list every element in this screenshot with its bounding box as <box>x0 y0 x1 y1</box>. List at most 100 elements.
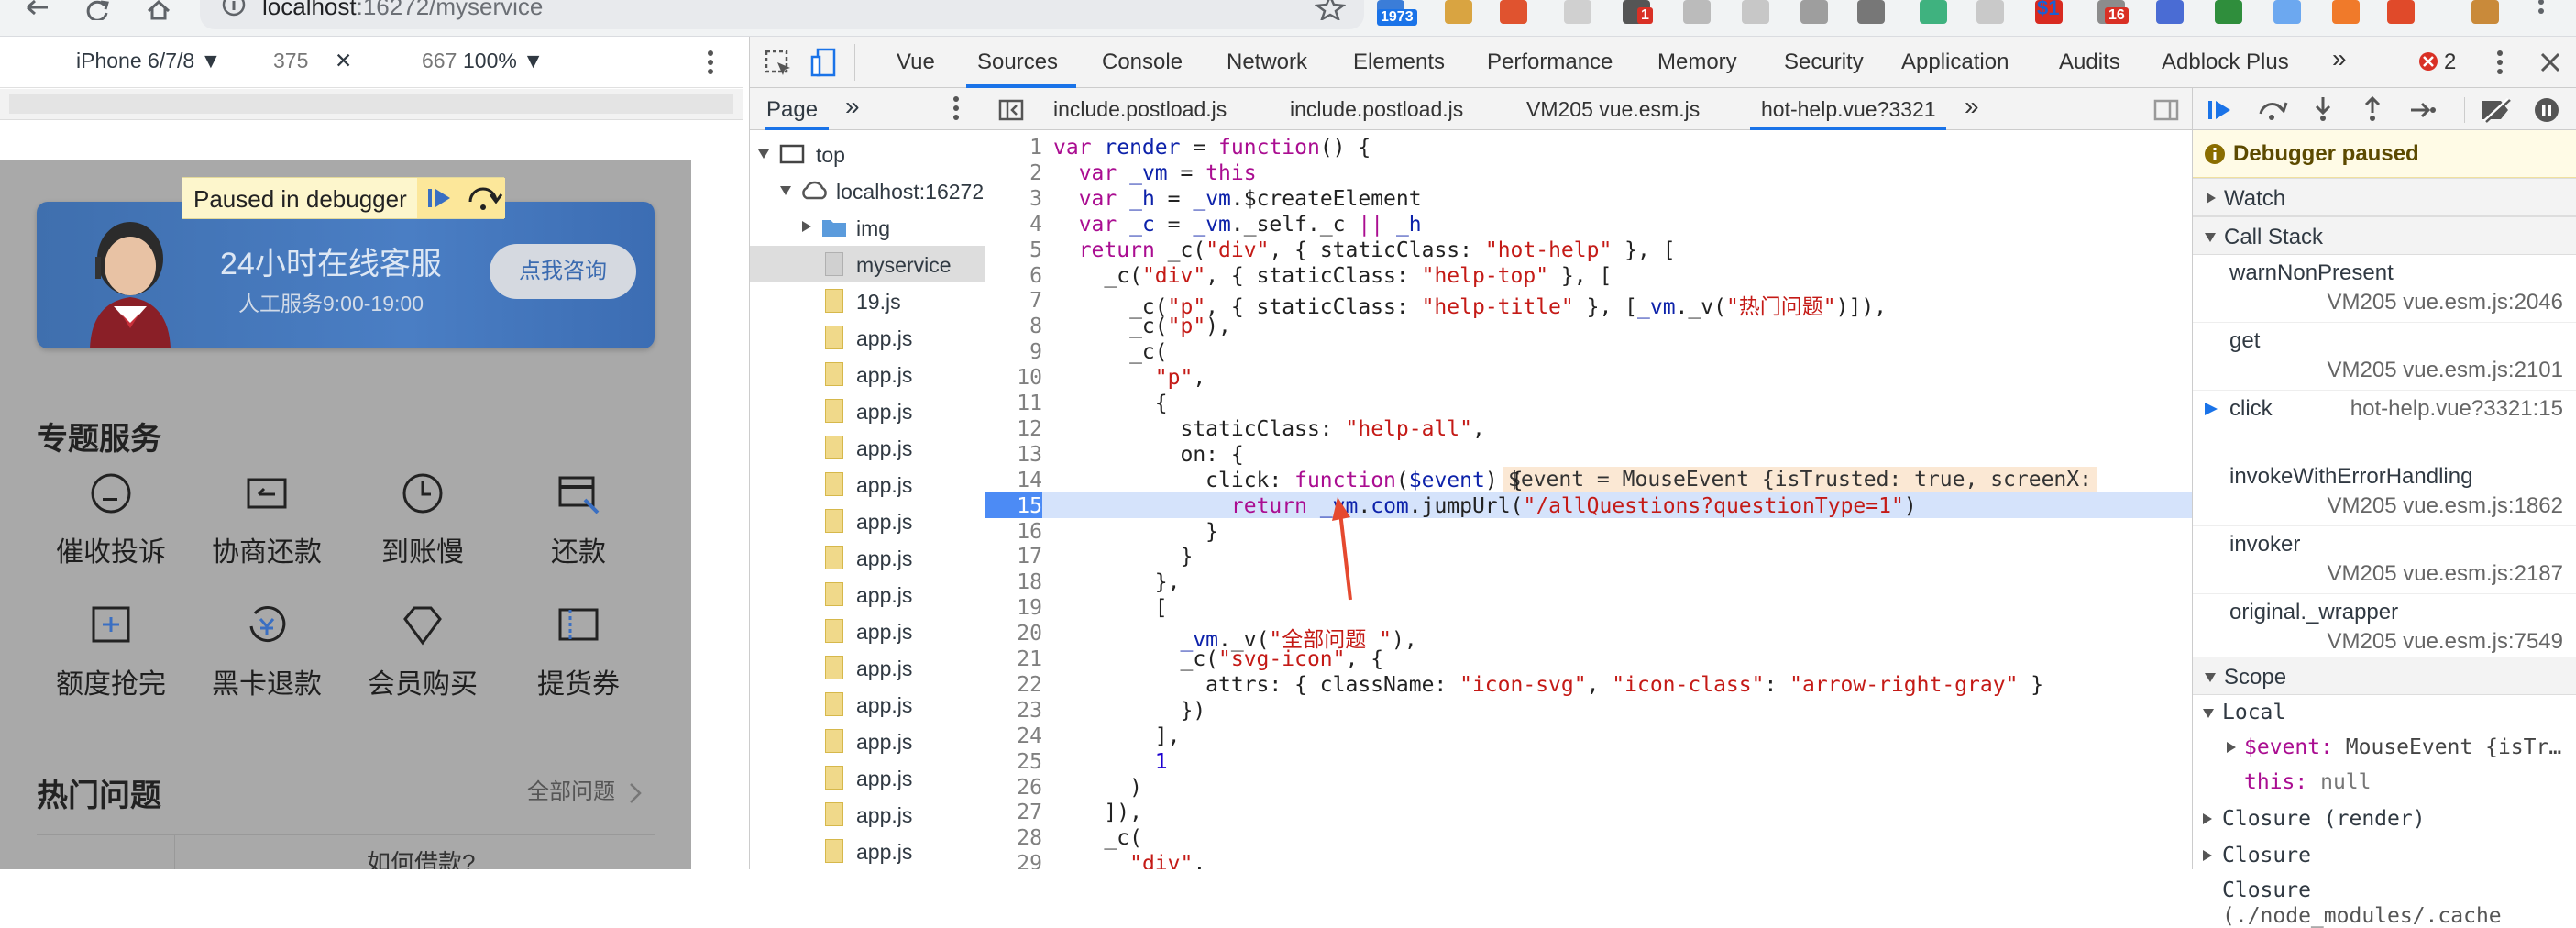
qr-code-icon[interactable] <box>1857 0 1885 24</box>
tree-item[interactable]: app.js <box>750 319 985 356</box>
tree-item[interactable]: app.js <box>750 759 985 796</box>
back-arrow-icon[interactable] <box>24 0 61 20</box>
line-number[interactable]: 10 <box>985 366 1042 390</box>
tree-item[interactable]: app.js <box>750 466 985 503</box>
tree-item[interactable]: app.js <box>750 833 985 869</box>
scope-event-var[interactable]: $event: MouseEvent {isTr… <box>2226 735 2561 759</box>
tree-item[interactable]: localhost:16272 <box>750 172 985 209</box>
extension-icon[interactable] <box>2332 0 2360 24</box>
step-icon[interactable] <box>2409 99 2437 121</box>
tab-sources[interactable]: Sources <box>977 50 1058 75</box>
line-number[interactable]: 29 <box>985 852 1042 869</box>
line-number[interactable]: 26 <box>985 776 1042 800</box>
call-stack-frame[interactable]: get VM205 vue.esm.js:2101 <box>2193 323 2576 391</box>
line-number[interactable]: 19 <box>985 596 1042 620</box>
line-number[interactable]: 11 <box>985 392 1042 415</box>
inspect-element-icon[interactable] <box>765 50 792 77</box>
tree-item[interactable]: app.js <box>750 392 985 429</box>
line-number[interactable]: 15 <box>985 494 1042 518</box>
scope-local[interactable]: Local <box>2202 701 2285 724</box>
tree-item[interactable]: app.js <box>750 356 985 392</box>
service-item[interactable]: 到账慢 <box>354 472 491 582</box>
line-number[interactable]: 28 <box>985 826 1042 850</box>
service-item[interactable]: 提货券 <box>510 604 647 714</box>
call-stack-frame[interactable]: original._wrapper VM205 vue.esm.js:7549 <box>2193 594 2576 662</box>
device-width-input[interactable]: 375 <box>273 49 308 73</box>
line-number[interactable]: 9 <box>985 340 1042 364</box>
more-tabs-icon[interactable]: » <box>845 92 860 121</box>
tree-item[interactable]: app.js <box>750 686 985 723</box>
line-number[interactable]: 2 <box>985 161 1042 185</box>
tab-vue[interactable]: Vue <box>897 50 935 75</box>
line-number[interactable]: 12 <box>985 417 1042 441</box>
all-questions-link[interactable]: 全部问题 <box>527 773 642 805</box>
line-number[interactable]: 23 <box>985 699 1042 723</box>
call-stack-frame[interactable]: click hot-help.vue?3321:15 <box>2193 391 2576 458</box>
extension-icon[interactable] <box>1976 0 2004 24</box>
call-stack-frame[interactable]: invokeWithErrorHandling VM205 vue.esm.js:… <box>2193 458 2576 526</box>
bookmark-star-icon[interactable] <box>1315 0 1346 20</box>
line-number[interactable]: 4 <box>985 213 1042 237</box>
error-count[interactable]: 2 <box>2444 50 2456 75</box>
step-over-button[interactable] <box>461 178 505 218</box>
tree-item[interactable]: app.js <box>750 613 985 649</box>
vue-devtools-icon[interactable] <box>1920 0 1947 24</box>
tree-item[interactable]: app.js <box>750 723 985 759</box>
tree-item[interactable]: app.js <box>750 576 985 613</box>
line-number[interactable]: 20 <box>985 622 1042 646</box>
toggle-navigator-icon[interactable] <box>998 99 1024 121</box>
address-bar[interactable]: localhost:16272/myservice <box>200 0 1364 29</box>
reload-icon[interactable] <box>84 0 121 20</box>
service-item[interactable]: 还款 <box>510 472 647 582</box>
error-icon[interactable] <box>2418 51 2438 72</box>
service-item[interactable]: 协商还款 <box>198 472 336 582</box>
line-number[interactable]: 25 <box>985 750 1042 774</box>
tab-adblock-plus[interactable]: Adblock Plus <box>2162 50 2289 75</box>
question-row[interactable]: 如何借款? <box>37 834 655 869</box>
extension-icon[interactable] <box>2156 0 2184 24</box>
zoom-select[interactable]: 100% ▼ <box>463 49 544 73</box>
code-view[interactable]: $event = MouseEvent {isTrusted: true, sc… <box>985 130 2192 869</box>
editor-tab[interactable]: include.postload.js <box>1290 97 1463 122</box>
editor-tab[interactable]: VM205 vue.esm.js <box>1526 97 1700 122</box>
consult-button[interactable]: 点我咨询 <box>490 244 636 299</box>
scope-closure[interactable]: Closure <box>2202 844 2311 867</box>
tab-security[interactable]: Security <box>1784 50 1864 75</box>
tab-audits[interactable]: Audits <box>2059 50 2120 75</box>
line-number[interactable]: 16 <box>985 520 1042 544</box>
call-stack-frame[interactable]: warnNonPresent VM205 vue.esm.js:2046 <box>2193 255 2576 323</box>
tree-item[interactable]: img <box>750 209 985 246</box>
scope-closure-render[interactable]: Closure (render) <box>2202 807 2426 831</box>
line-number[interactable]: 13 <box>985 443 1042 467</box>
more-tabs-icon[interactable]: » <box>1965 92 1979 121</box>
extension-icon[interactable] <box>1683 0 1711 24</box>
step-out-icon[interactable] <box>2361 95 2383 123</box>
tab-performance[interactable]: Performance <box>1487 50 1613 75</box>
more-options-icon[interactable] <box>706 50 715 77</box>
home-icon[interactable] <box>145 0 182 20</box>
step-over-icon[interactable] <box>2257 97 2288 123</box>
tree-item[interactable]: top <box>750 136 985 172</box>
toggle-debugger-icon[interactable] <box>2153 99 2179 121</box>
editor-tab[interactable]: include.postload.js <box>1053 97 1227 122</box>
line-number[interactable]: 27 <box>985 801 1042 824</box>
tree-item[interactable]: app.js <box>750 429 985 466</box>
scope-section-header[interactable]: Scope <box>2193 657 2576 695</box>
watch-section-header[interactable]: Watch <box>2193 178 2576 216</box>
extension-icon[interactable] <box>2273 0 2301 24</box>
extension-icon[interactable] <box>1742 0 1769 24</box>
close-devtools-icon[interactable] <box>2539 51 2561 73</box>
customer-service-banner[interactable]: 24小时在线客服 人工服务9:00-19:00 点我咨询 <box>37 202 655 348</box>
tab-page[interactable]: Page <box>766 97 818 123</box>
line-number[interactable]: 1 <box>985 136 1042 160</box>
settings-gear-icon[interactable] <box>1800 0 1828 24</box>
service-item[interactable]: 黑卡退款 <box>198 604 336 714</box>
line-number[interactable]: 22 <box>985 673 1042 697</box>
device-height-input[interactable]: 667 <box>422 49 457 73</box>
tab-network[interactable]: Network <box>1227 50 1307 75</box>
tab-console[interactable]: Console <box>1102 50 1183 75</box>
line-number[interactable]: 18 <box>985 570 1042 594</box>
tab-memory[interactable]: Memory <box>1657 50 1737 75</box>
line-number[interactable]: 17 <box>985 545 1042 569</box>
tab-elements[interactable]: Elements <box>1353 50 1445 75</box>
